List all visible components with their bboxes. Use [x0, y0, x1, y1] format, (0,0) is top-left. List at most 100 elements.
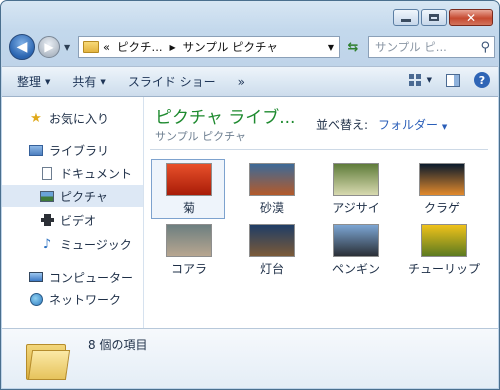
- views-icon: [408, 74, 421, 86]
- file-label: チューリップ: [407, 262, 480, 276]
- thumbnail: [166, 224, 212, 257]
- thumbnail: [419, 163, 465, 196]
- thumbnail: [333, 163, 379, 196]
- slideshow-label: スライド ショー: [127, 75, 216, 89]
- divider: [150, 149, 488, 150]
- more-label: »: [237, 74, 245, 89]
- folder-icon: [26, 340, 71, 380]
- sidebar-item-libraries[interactable]: ライブラリ: [2, 139, 143, 161]
- address-dropdown-icon[interactable]: ▼: [328, 43, 334, 52]
- arrange-by: 並べ替え: フォルダー ▼: [316, 116, 447, 133]
- file-label: 砂漠: [259, 201, 284, 215]
- thumbnail: [166, 163, 212, 196]
- file-label: クラゲ: [423, 201, 460, 215]
- organize-button[interactable]: 整理 ▼: [17, 73, 50, 90]
- sidebar-item-network[interactable]: ネットワーク: [2, 288, 143, 310]
- arrange-label: 並べ替え:: [316, 118, 369, 132]
- file-item[interactable]: アジサイ: [319, 163, 393, 216]
- sidebar-item-video[interactable]: ビデオ: [2, 209, 143, 231]
- refresh-button[interactable]: ⇆: [342, 36, 364, 58]
- help-icon[interactable]: ?: [474, 72, 490, 88]
- breadcrumb-overflow[interactable]: «: [103, 40, 110, 54]
- thumbnail: [421, 224, 467, 257]
- forward-arrow-icon: ▶: [44, 40, 54, 54]
- library-title: ピクチャ ライブ...: [155, 108, 296, 128]
- file-item[interactable]: 砂漠: [235, 163, 309, 216]
- chevron-down-icon: ▼: [100, 77, 106, 86]
- thumbnail: [249, 224, 295, 257]
- file-label: 菊: [182, 201, 195, 215]
- file-label: コアラ: [170, 262, 207, 276]
- breadcrumb-item[interactable]: ピクチ...: [117, 39, 162, 55]
- share-label: 共有: [72, 75, 97, 89]
- navigation-bar: ◀ ▶ ▼ « ピクチ... ▶ サンプル ピクチャ ▼ ⇆ サンプル ピ...…: [9, 34, 495, 60]
- file-item[interactable]: コアラ: [152, 224, 226, 277]
- maximize-icon: [429, 14, 439, 21]
- change-view-button[interactable]: ▼: [408, 74, 432, 86]
- file-item[interactable]: チューリップ: [405, 224, 483, 277]
- sidebar-item-label: コンピューター: [49, 270, 134, 285]
- slideshow-button[interactable]: スライド ショー: [128, 73, 216, 90]
- close-icon: ✕: [465, 10, 477, 25]
- search-icon[interactable]: ⚲: [480, 40, 490, 55]
- details-pane: 8 個の項目: [2, 328, 498, 388]
- caption-buttons: ✕: [393, 9, 493, 26]
- document-icon: [39, 165, 55, 181]
- sidebar-item-label: お気に入り: [49, 111, 110, 126]
- breadcrumb-separator-icon[interactable]: ▶: [170, 43, 176, 52]
- share-button[interactable]: 共有 ▼: [72, 73, 105, 90]
- file-item[interactable]: クラゲ: [405, 163, 479, 216]
- chevron-down-icon: ▼: [441, 123, 448, 131]
- sidebar-item-label: ネットワーク: [49, 292, 122, 307]
- file-item[interactable]: ペンギン: [319, 224, 393, 277]
- recent-pages-dropdown-icon[interactable]: ▼: [64, 43, 70, 52]
- chevron-down-icon: ▼: [426, 76, 432, 84]
- address-bar[interactable]: « ピクチ... ▶ サンプル ピクチャ ▼: [78, 36, 340, 58]
- sidebar-item-label: ドキュメント: [60, 166, 133, 181]
- folder-icon: [83, 41, 99, 53]
- file-label: 灯台: [259, 262, 284, 276]
- chevron-down-icon: ▼: [45, 77, 51, 86]
- thumbnail: [249, 163, 295, 196]
- file-label: ペンギン: [331, 262, 380, 276]
- file-label: アジサイ: [332, 201, 380, 215]
- sidebar-item-label: ビデオ: [60, 213, 97, 228]
- back-arrow-icon: ◀: [16, 39, 28, 55]
- forward-button[interactable]: ▶: [38, 36, 60, 58]
- thumbnail: [333, 224, 379, 257]
- sidebar-item-label: ミュージック: [60, 237, 132, 252]
- sidebar-item-documents[interactable]: ドキュメント: [2, 162, 143, 184]
- breadcrumb-item[interactable]: サンプル ピクチャ: [183, 39, 278, 55]
- preview-pane-icon[interactable]: [446, 73, 460, 87]
- file-item[interactable]: 灯台: [235, 224, 309, 277]
- back-button[interactable]: ◀: [9, 34, 35, 60]
- item-count: 8 個の項目: [88, 338, 148, 352]
- sidebar-item-pictures[interactable]: ピクチャ: [2, 185, 143, 207]
- file-item[interactable]: 菊: [151, 159, 226, 219]
- sidebar-item-label: ライブラリ: [49, 143, 110, 158]
- sidebar-item-music[interactable]: ♪ ミュージック: [2, 233, 143, 255]
- picture-icon: [39, 188, 55, 204]
- organize-label: 整理: [17, 75, 42, 89]
- search-input[interactable]: サンプル ピ... ⚲: [368, 36, 495, 58]
- computer-icon: [28, 269, 44, 285]
- library-subtitle: サンプル ピクチャ: [155, 130, 247, 143]
- command-bar: 整理 ▼ 共有 ▼ スライド ショー » ▼ ?: [2, 66, 498, 97]
- file-list: ピクチャ ライブ... サンプル ピクチャ 並べ替え: フォルダー ▼ 菊 砂漠 …: [144, 97, 498, 329]
- library-icon: [28, 142, 44, 158]
- minimize-button[interactable]: [393, 9, 419, 26]
- view-controls: ▼ ?: [408, 72, 490, 88]
- more-commands-button[interactable]: »: [238, 75, 245, 89]
- sidebar-item-computer[interactable]: コンピューター: [2, 266, 143, 288]
- navigation-pane: ★ お気に入り ライブラリ ドキュメント ピクチャ ビデオ ♪ ミュージック コ…: [2, 97, 144, 329]
- sidebar-item-label: ピクチャ: [60, 189, 108, 204]
- minimize-icon: [401, 18, 411, 22]
- sidebar-item-favorites[interactable]: ★ お気に入り: [2, 107, 143, 129]
- star-icon: ★: [30, 110, 42, 126]
- music-note-icon: ♪: [42, 236, 52, 252]
- arrange-value: フォルダー: [378, 118, 439, 132]
- arrange-dropdown[interactable]: フォルダー ▼: [378, 118, 447, 132]
- maximize-button[interactable]: [421, 9, 447, 26]
- explorer-window: ✕ ◀ ▶ ▼ « ピクチ... ▶ サンプル ピクチャ ▼ ⇆ サンプル ピ.…: [0, 0, 500, 390]
- close-button[interactable]: ✕: [449, 9, 493, 26]
